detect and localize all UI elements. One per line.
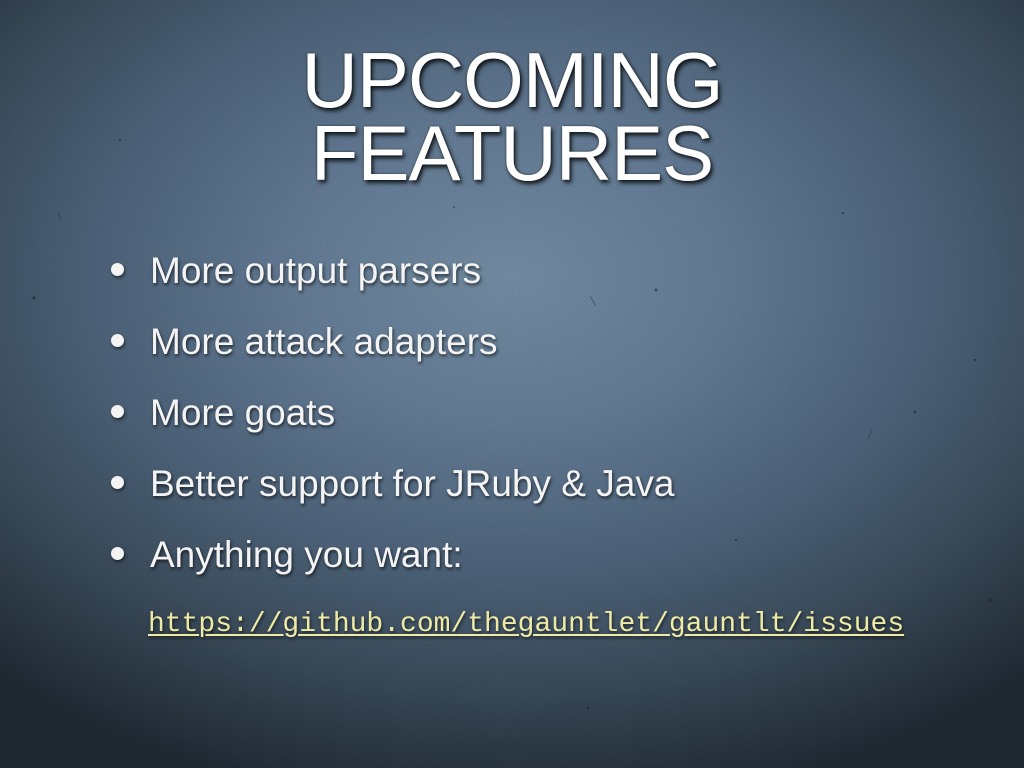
bullet-dot-icon <box>111 405 124 418</box>
bullet-item: More attack adapters <box>111 306 970 377</box>
bullet-dot-icon <box>111 334 124 347</box>
bullet-text: Anything you want: <box>150 534 463 575</box>
slide: UPCOMING FEATURES More output parsers Mo… <box>0 0 1024 768</box>
github-issues-link[interactable]: https://github.com/thegauntlet/gauntlt/i… <box>148 607 904 643</box>
bullet-dot-icon <box>111 547 124 560</box>
bullet-text: More output parsers <box>150 250 482 291</box>
bullet-text: Better support for JRuby & Java <box>150 463 675 504</box>
bullet-item: More output parsers <box>111 235 970 306</box>
bullet-list: More output parsers More attack adapters… <box>111 235 970 590</box>
bullet-item: More goats <box>111 377 970 448</box>
bullet-text: More goats <box>150 392 336 433</box>
bullet-dot-icon <box>111 263 124 276</box>
bullet-dot-icon <box>111 476 124 489</box>
bullet-item: Better support for JRuby & Java <box>111 448 970 519</box>
slide-title-line-2: FEATURES <box>310 109 714 197</box>
bullet-text: More attack adapters <box>150 321 498 362</box>
slide-title-line-1: UPCOMING <box>301 36 724 124</box>
bullet-item: Anything you want: <box>111 519 970 590</box>
